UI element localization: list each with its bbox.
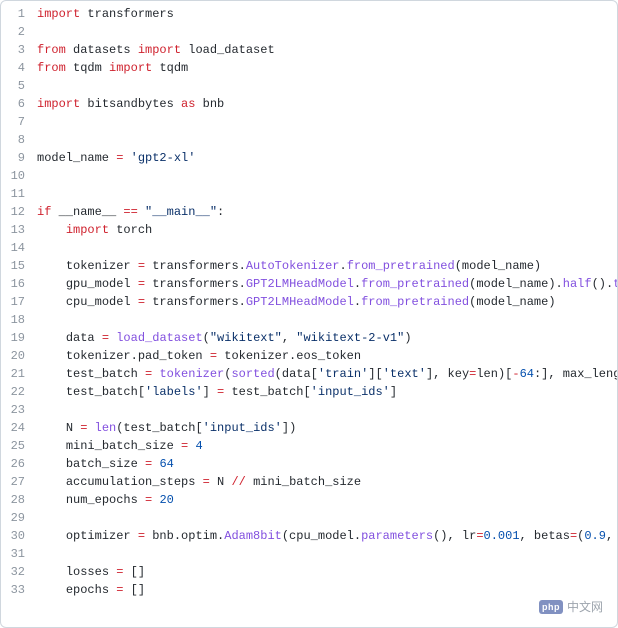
line-number: 16 — [1, 275, 37, 293]
line-number: 2 — [1, 23, 37, 41]
code-content: gpu_model = transformers.GPT2LMHeadModel… — [37, 275, 617, 293]
code-line: 6import bitsandbytes as bnb — [1, 95, 617, 113]
code-line: 7 — [1, 113, 617, 131]
line-number: 18 — [1, 311, 37, 329]
line-number: 30 — [1, 527, 37, 545]
line-number: 33 — [1, 581, 37, 599]
code-line: 3from datasets import load_dataset — [1, 41, 617, 59]
code-content: mini_batch_size = 4 — [37, 437, 617, 455]
code-content: tokenizer.pad_token = tokenizer.eos_toke… — [37, 347, 617, 365]
code-line: 16 gpu_model = transformers.GPT2LMHeadMo… — [1, 275, 617, 293]
code-content: data = load_dataset("wikitext", "wikitex… — [37, 329, 617, 347]
code-block: 1import transformers23from datasets impo… — [1, 1, 617, 603]
code-line: 10 — [1, 167, 617, 185]
code-line: 29 — [1, 509, 617, 527]
line-number: 10 — [1, 167, 37, 185]
line-number: 22 — [1, 383, 37, 401]
line-number: 26 — [1, 455, 37, 473]
code-line: 24 N = len(test_batch['input_ids']) — [1, 419, 617, 437]
code-line: 12if __name__ == "__main__": — [1, 203, 617, 221]
line-number: 15 — [1, 257, 37, 275]
line-number: 11 — [1, 185, 37, 203]
code-content: test_batch = tokenizer(sorted(data['trai… — [37, 365, 617, 383]
line-number: 13 — [1, 221, 37, 239]
line-number: 27 — [1, 473, 37, 491]
code-line: 26 batch_size = 64 — [1, 455, 617, 473]
line-number: 12 — [1, 203, 37, 221]
code-content: optimizer = bnb.optim.Adam8bit(cpu_model… — [37, 527, 617, 545]
php-icon: php — [539, 600, 563, 614]
line-number: 31 — [1, 545, 37, 563]
code-line: 14 — [1, 239, 617, 257]
code-line: 28 num_epochs = 20 — [1, 491, 617, 509]
code-line: 5 — [1, 77, 617, 95]
code-content: batch_size = 64 — [37, 455, 617, 473]
code-line: 27 accumulation_steps = N // mini_batch_… — [1, 473, 617, 491]
code-content: model_name = 'gpt2-xl' — [37, 149, 617, 167]
code-content: epochs = [] — [37, 581, 617, 599]
code-line: 1import transformers — [1, 5, 617, 23]
code-line: 4from tqdm import tqdm — [1, 59, 617, 77]
line-number: 28 — [1, 491, 37, 509]
line-number: 29 — [1, 509, 37, 527]
code-line: 11 — [1, 185, 617, 203]
code-content: N = len(test_batch['input_ids']) — [37, 419, 617, 437]
code-content: import bitsandbytes as bnb — [37, 95, 617, 113]
code-content: import torch — [37, 221, 617, 239]
code-line: 32 losses = [] — [1, 563, 617, 581]
watermark-text: 中文网 — [567, 598, 603, 615]
code-content: tokenizer = transformers.AutoTokenizer.f… — [37, 257, 617, 275]
code-line: 25 mini_batch_size = 4 — [1, 437, 617, 455]
code-line: 31 — [1, 545, 617, 563]
line-number: 3 — [1, 41, 37, 59]
code-line: 20 tokenizer.pad_token = tokenizer.eos_t… — [1, 347, 617, 365]
line-number: 25 — [1, 437, 37, 455]
code-line: 9model_name = 'gpt2-xl' — [1, 149, 617, 167]
line-number: 32 — [1, 563, 37, 581]
code-content: num_epochs = 20 — [37, 491, 617, 509]
code-line: 33 epochs = [] — [1, 581, 617, 599]
line-number: 21 — [1, 365, 37, 383]
line-number: 1 — [1, 5, 37, 23]
line-number: 4 — [1, 59, 37, 77]
line-number: 9 — [1, 149, 37, 167]
code-content: losses = [] — [37, 563, 617, 581]
code-line: 21 test_batch = tokenizer(sorted(data['t… — [1, 365, 617, 383]
code-line: 8 — [1, 131, 617, 149]
line-number: 19 — [1, 329, 37, 347]
code-line: 23 — [1, 401, 617, 419]
code-content: test_batch['labels'] = test_batch['input… — [37, 383, 617, 401]
code-line: 17 cpu_model = transformers.GPT2LMHeadMo… — [1, 293, 617, 311]
code-content: accumulation_steps = N // mini_batch_siz… — [37, 473, 617, 491]
code-line: 22 test_batch['labels'] = test_batch['in… — [1, 383, 617, 401]
code-content: from tqdm import tqdm — [37, 59, 617, 77]
line-number: 24 — [1, 419, 37, 437]
code-line: 30 optimizer = bnb.optim.Adam8bit(cpu_mo… — [1, 527, 617, 545]
line-number: 6 — [1, 95, 37, 113]
code-content: if __name__ == "__main__": — [37, 203, 617, 221]
line-number: 23 — [1, 401, 37, 419]
code-line: 19 data = load_dataset("wikitext", "wiki… — [1, 329, 617, 347]
code-content: cpu_model = transformers.GPT2LMHeadModel… — [37, 293, 617, 311]
line-number: 8 — [1, 131, 37, 149]
line-number: 5 — [1, 77, 37, 95]
line-number: 7 — [1, 113, 37, 131]
line-number: 17 — [1, 293, 37, 311]
code-line: 15 tokenizer = transformers.AutoTokenize… — [1, 257, 617, 275]
code-line: 2 — [1, 23, 617, 41]
code-line: 18 — [1, 311, 617, 329]
code-line: 13 import torch — [1, 221, 617, 239]
watermark: php 中文网 — [539, 598, 603, 615]
code-content: from datasets import load_dataset — [37, 41, 617, 59]
line-number: 14 — [1, 239, 37, 257]
line-number: 20 — [1, 347, 37, 365]
code-content: import transformers — [37, 5, 617, 23]
